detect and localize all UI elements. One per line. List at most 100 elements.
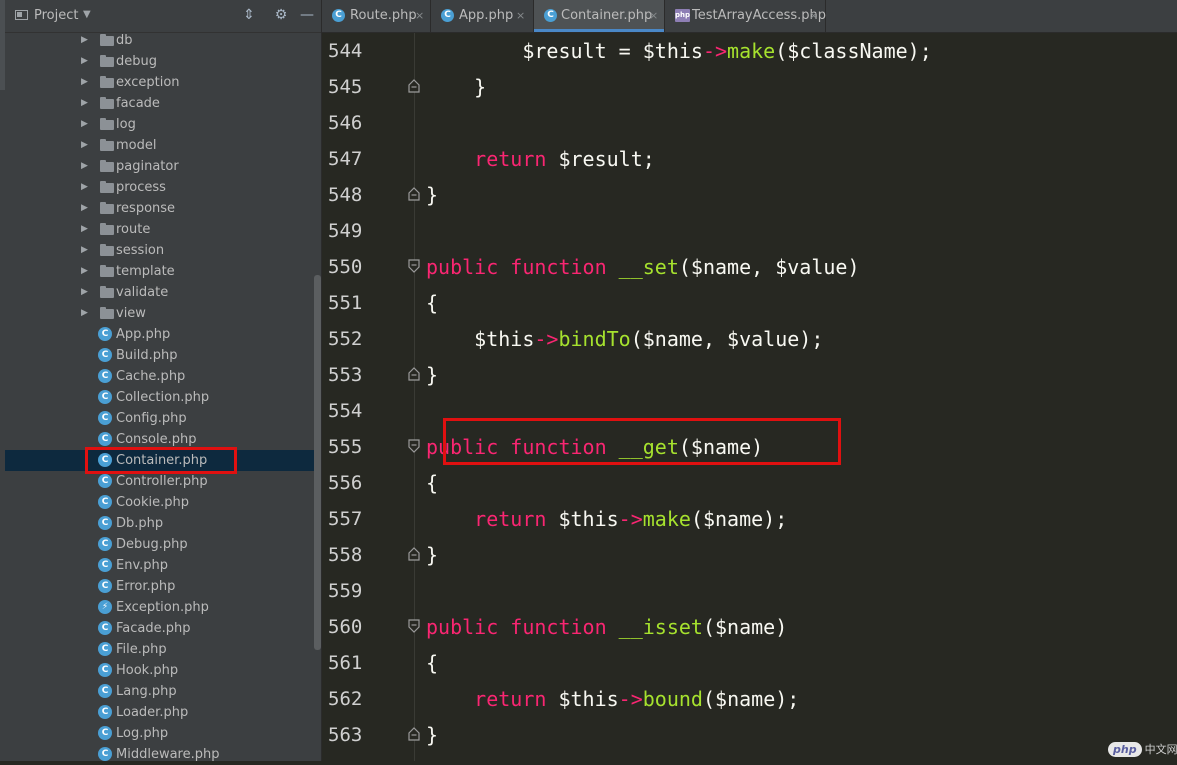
tree-folder-exception[interactable]: ▶ exception bbox=[5, 72, 321, 93]
tree-folder-session[interactable]: ▶ session bbox=[5, 240, 321, 261]
fold-end-icon[interactable] bbox=[408, 187, 420, 201]
project-panel-title[interactable]: Project bbox=[34, 8, 78, 23]
tree-file-build[interactable]: C Build.php bbox=[5, 345, 321, 366]
expand-arrow-icon[interactable]: ▶ bbox=[81, 198, 88, 219]
code-editor[interactable]: 544 $result = $this->make($className); 54… bbox=[322, 33, 1177, 761]
code-line: 559 bbox=[322, 573, 1177, 609]
tab-route[interactable]: C Route.php × bbox=[322, 0, 431, 32]
fold-end-icon[interactable] bbox=[408, 79, 420, 93]
folder-icon bbox=[100, 160, 114, 172]
expand-arrow-icon[interactable]: ▶ bbox=[81, 219, 88, 240]
code-line: 557 return $this->make($name); bbox=[322, 501, 1177, 537]
tree-file-lang[interactable]: C Lang.php bbox=[5, 681, 321, 702]
tree-folder-label: process bbox=[116, 180, 166, 195]
tree-folder-debug[interactable]: ▶ debug bbox=[5, 51, 321, 72]
expand-arrow-icon[interactable]: ▶ bbox=[81, 156, 88, 177]
expand-arrow-icon[interactable]: ▶ bbox=[81, 177, 88, 198]
tree-file-log[interactable]: C Log.php bbox=[5, 723, 321, 744]
tree-file-label: Cookie.php bbox=[116, 495, 189, 510]
tree-folder-template[interactable]: ▶ template bbox=[5, 261, 321, 282]
close-icon[interactable]: × bbox=[809, 0, 818, 32]
code-text: $result = $this->make($className); bbox=[426, 33, 931, 69]
tree-file-facade[interactable]: C Facade.php bbox=[5, 618, 321, 639]
tree-file-cache[interactable]: C Cache.php bbox=[5, 366, 321, 387]
tree-file-label: Build.php bbox=[116, 348, 178, 363]
tab-app[interactable]: C App.php × bbox=[431, 0, 534, 32]
php-class-icon: C bbox=[98, 495, 112, 509]
project-icon bbox=[15, 10, 28, 20]
tree-file-label: Log.php bbox=[116, 726, 169, 741]
fold-end-icon[interactable] bbox=[408, 727, 420, 741]
expand-arrow-icon[interactable]: ▶ bbox=[81, 114, 88, 135]
tree-folder-paginator[interactable]: ▶ paginator bbox=[5, 156, 321, 177]
tree-file-label: Cache.php bbox=[116, 369, 186, 384]
tree-folder-log[interactable]: ▶ log bbox=[5, 114, 321, 135]
hide-panel-icon[interactable]: — bbox=[299, 7, 315, 23]
php-class-icon: C bbox=[98, 558, 112, 572]
tree-folder-response[interactable]: ▶ response bbox=[5, 198, 321, 219]
collapse-all-icon[interactable]: ⇕ bbox=[241, 7, 257, 23]
tree-folder-validate[interactable]: ▶ validate bbox=[5, 282, 321, 303]
fold-start-icon[interactable] bbox=[408, 439, 420, 453]
sidebar-scrollbar[interactable] bbox=[314, 275, 321, 650]
code-token: $this bbox=[546, 687, 619, 711]
tree-file-debug[interactable]: C Debug.php bbox=[5, 534, 321, 555]
expand-arrow-icon[interactable]: ▶ bbox=[81, 135, 88, 156]
tree-file-label: Error.php bbox=[116, 579, 176, 594]
tree-file-cookie[interactable]: C Cookie.php bbox=[5, 492, 321, 513]
fold-start-icon[interactable] bbox=[408, 259, 420, 273]
tree-file-env[interactable]: C Env.php bbox=[5, 555, 321, 576]
code-token: } bbox=[426, 363, 439, 387]
chevron-down-icon[interactable]: ▼ bbox=[83, 9, 91, 20]
fold-end-icon[interactable] bbox=[408, 547, 420, 561]
expand-arrow-icon[interactable]: ▶ bbox=[81, 282, 88, 303]
tree-file-db[interactable]: C Db.php bbox=[5, 513, 321, 534]
line-number: 544 bbox=[328, 40, 363, 62]
expand-arrow-icon[interactable]: ▶ bbox=[81, 30, 88, 51]
code-token: ($name) bbox=[702, 615, 788, 639]
project-panel-header: Project ▼ ⇕ ⚙ — bbox=[5, 0, 321, 33]
expand-arrow-icon[interactable]: ▶ bbox=[81, 51, 88, 72]
expand-arrow-icon[interactable]: ▶ bbox=[81, 261, 88, 282]
tree-folder-route[interactable]: ▶ route bbox=[5, 219, 321, 240]
line-number: 553 bbox=[328, 364, 363, 386]
tab-testarrayaccess[interactable]: php TestArrayAccess.php × bbox=[665, 0, 826, 32]
tree-folder-facade[interactable]: ▶ facade bbox=[5, 93, 321, 114]
tree-folder-view[interactable]: ▶ view bbox=[5, 303, 321, 324]
tree-file-controller[interactable]: C Controller.php bbox=[5, 471, 321, 492]
tree-file-file[interactable]: C File.php bbox=[5, 639, 321, 660]
expand-arrow-icon[interactable]: ▶ bbox=[81, 93, 88, 114]
tab-container[interactable]: C Container.php × bbox=[534, 0, 665, 32]
tree-file-app[interactable]: C App.php bbox=[5, 324, 321, 345]
highlight-box-container-file bbox=[85, 447, 237, 474]
expand-arrow-icon[interactable]: ▶ bbox=[81, 240, 88, 261]
close-icon[interactable]: × bbox=[516, 0, 525, 32]
folder-icon bbox=[100, 34, 114, 46]
tree-folder-label: session bbox=[116, 243, 165, 258]
tree-file-exception[interactable]: ⚡ Exception.php bbox=[5, 597, 321, 618]
expand-arrow-icon[interactable]: ▶ bbox=[81, 72, 88, 93]
tree-file-config[interactable]: C Config.php bbox=[5, 408, 321, 429]
tree-folder-db[interactable]: ▶ db bbox=[5, 30, 321, 51]
fold-end-icon[interactable] bbox=[408, 367, 420, 381]
tree-file-loader[interactable]: C Loader.php bbox=[5, 702, 321, 723]
fold-start-icon[interactable] bbox=[408, 619, 420, 633]
tree-folder-model[interactable]: ▶ model bbox=[5, 135, 321, 156]
close-icon[interactable]: × bbox=[649, 0, 658, 32]
tree-file-collection[interactable]: C Collection.php bbox=[5, 387, 321, 408]
code-token: $result; bbox=[546, 147, 655, 171]
watermark-logo: php bbox=[1108, 742, 1142, 757]
tree-folder-process[interactable]: ▶ process bbox=[5, 177, 321, 198]
tree-file-error[interactable]: C Error.php bbox=[5, 576, 321, 597]
watermark: php 中文网 bbox=[1108, 741, 1177, 759]
code-token: { bbox=[426, 471, 439, 495]
expand-arrow-icon[interactable]: ▶ bbox=[81, 303, 88, 324]
tree-file-label: Controller.php bbox=[116, 474, 208, 489]
code-text: return $result; bbox=[426, 141, 655, 177]
tree-file-hook[interactable]: C Hook.php bbox=[5, 660, 321, 681]
gear-icon[interactable]: ⚙ bbox=[273, 7, 289, 23]
close-icon[interactable]: × bbox=[415, 0, 424, 32]
tree-file-middleware[interactable]: C Middleware.php bbox=[5, 744, 321, 765]
